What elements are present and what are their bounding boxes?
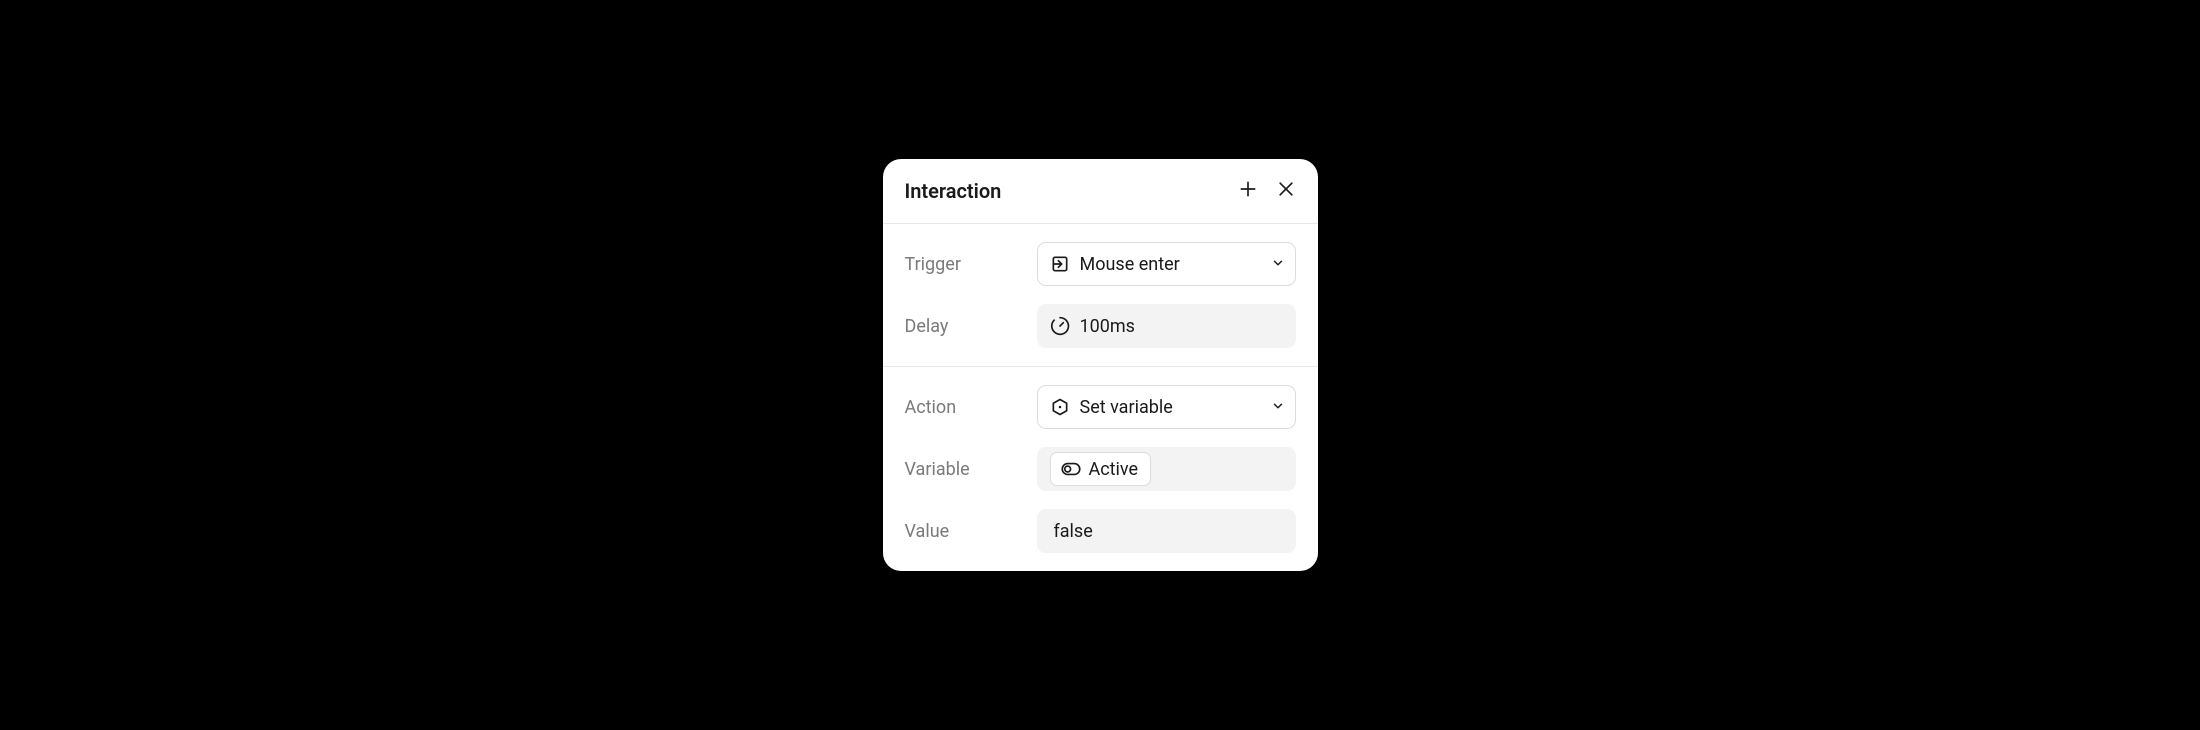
action-row: Action Set variable (905, 385, 1296, 429)
variable-chip[interactable]: Active (1050, 452, 1152, 486)
value-value: false (1050, 521, 1285, 542)
mouse-enter-icon (1050, 254, 1070, 274)
variable-row: Variable Active (905, 447, 1296, 491)
trigger-section: Trigger Mouse enter Delay (883, 224, 1318, 366)
value-row: Value false (905, 509, 1296, 553)
delay-input[interactable]: 100ms (1037, 304, 1296, 348)
trigger-label: Trigger (905, 254, 1025, 275)
trigger-select[interactable]: Mouse enter (1037, 242, 1296, 286)
plus-icon (1238, 179, 1258, 203)
delay-row: Delay 100ms (905, 304, 1296, 348)
boolean-icon (1061, 462, 1081, 476)
delay-label: Delay (905, 316, 1025, 337)
panel-title: Interaction (905, 179, 1002, 203)
trigger-row: Trigger Mouse enter (905, 242, 1296, 286)
variable-label: Variable (905, 459, 1025, 480)
close-icon (1276, 179, 1296, 203)
action-section: Action Set variable Variable (883, 366, 1318, 571)
variable-icon (1050, 397, 1070, 417)
trigger-value: Mouse enter (1080, 254, 1261, 275)
chevron-down-icon (1271, 254, 1285, 275)
value-input[interactable]: false (1037, 509, 1296, 553)
action-value: Set variable (1080, 397, 1261, 418)
action-select[interactable]: Set variable (1037, 385, 1296, 429)
add-button[interactable] (1238, 179, 1258, 203)
timer-icon (1050, 316, 1070, 336)
delay-value: 100ms (1080, 316, 1285, 337)
variable-value: Active (1089, 459, 1139, 480)
interaction-panel: Interaction (883, 159, 1318, 571)
panel-header: Interaction (883, 159, 1318, 224)
close-button[interactable] (1276, 179, 1296, 203)
variable-input[interactable]: Active (1037, 447, 1296, 491)
header-actions (1238, 179, 1296, 203)
value-label: Value (905, 521, 1025, 542)
action-label: Action (905, 397, 1025, 418)
chevron-down-icon (1271, 397, 1285, 418)
